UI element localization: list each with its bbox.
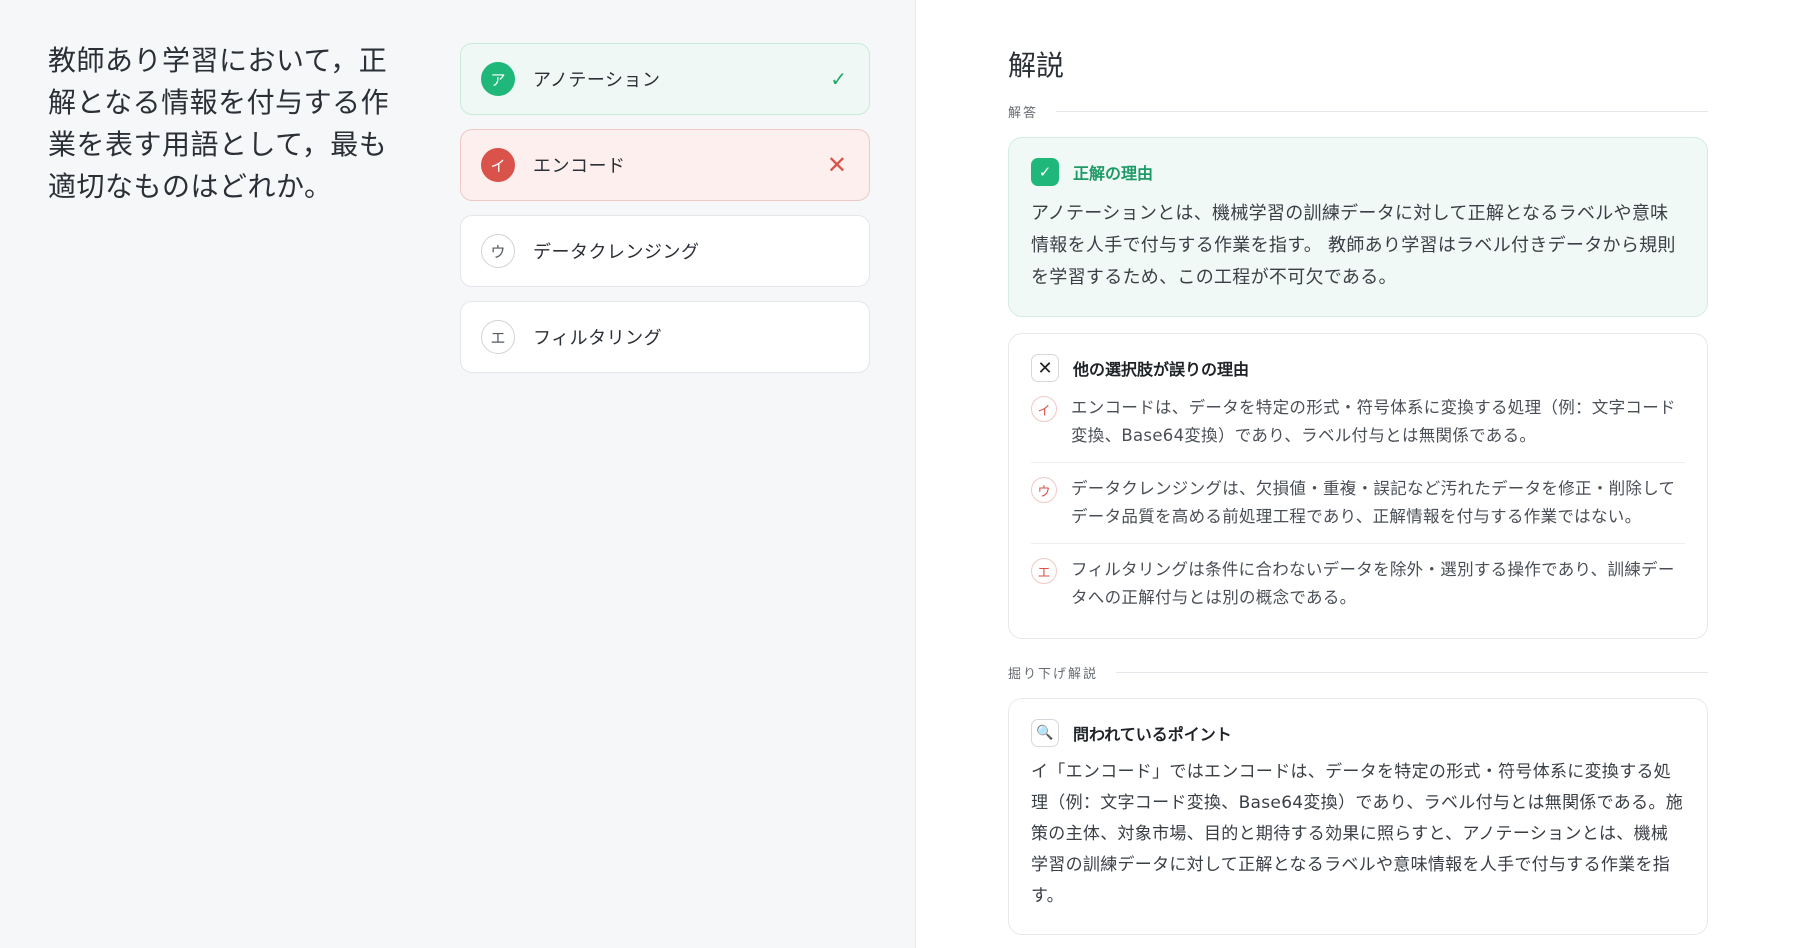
option-letter: ア: [481, 62, 515, 96]
option-label: フィルタリング: [533, 328, 663, 349]
correct-reason-card: ✓ 正解の理由 アノテーションとは、機械学習の訓練データに対して正解となるラベル…: [1008, 137, 1708, 317]
option-e[interactable]: エ フィルタリング: [460, 301, 870, 373]
explanation-pane: 解説 解答 ✓ 正解の理由 アノテーションとは、機械学習の訓練データに対して正解…: [916, 0, 1800, 948]
card-header: ✕ 他の選択肢が誤りの理由: [1031, 354, 1685, 382]
deep-section-label: 掘り下げ解説: [1008, 667, 1099, 682]
reason-text: エンコードは、データを特定の形式・符号体系に変換する処理（例：文字コード変換、B…: [1071, 398, 1676, 445]
reason-letter: イ: [1031, 396, 1057, 422]
reason-letter: ウ: [1031, 477, 1057, 503]
wrong-reason-item: エ フィルタリングは条件に合わないデータを除外・選別する操作であり、訓練データへ…: [1031, 544, 1685, 616]
explanation-title: 解説: [1008, 49, 1065, 82]
option-label: エンコード: [533, 156, 626, 177]
reason-letter: エ: [1031, 558, 1057, 584]
option-letter: イ: [481, 148, 515, 182]
option-letter: エ: [481, 320, 515, 354]
divider: [1116, 672, 1708, 673]
wrong-reasons-title: 他の選択肢が誤りの理由: [1073, 360, 1250, 379]
check-icon: ✓: [1031, 158, 1059, 186]
correct-reason-title: 正解の理由: [1073, 164, 1154, 183]
option-label: データクレンジング: [533, 242, 700, 263]
reason-text: データクレンジングは、欠損値・重複・誤記など汚れたデータを修正・削除してデータ品…: [1071, 479, 1676, 526]
question-pane: 教師あり学習において，正解となる情報を付与する作業を表す用語として，最も適切なも…: [0, 0, 916, 948]
option-label: アノテーション: [533, 70, 661, 91]
deep-section-header: 掘り下げ解説: [1008, 663, 1708, 682]
option-u[interactable]: ウ データクレンジング: [460, 215, 870, 287]
reason-text: フィルタリングは条件に合わないデータを除外・選別する操作であり、訓練データへの正…: [1071, 560, 1675, 607]
cross-icon: ✕: [826, 151, 847, 179]
question-text: 教師あり学習において，正解となる情報を付与する作業を表す用語として，最も適切なも…: [48, 44, 390, 203]
check-icon: ✓: [830, 67, 847, 91]
cross-icon: ✕: [1031, 354, 1059, 382]
correct-reason-text: アノテーションとは、機械学習の訓練データに対して正解となるラベルや意味情報を人手…: [1031, 203, 1676, 288]
divider: [1056, 111, 1708, 112]
points-text: イ「エンコード」ではエンコードは、データを特定の形式・符号体系に変換する処理（例…: [1031, 762, 1684, 906]
options-list: ア アノテーション ✓ イ エンコード ✕ ウ データクレンジング エ フィルタ…: [460, 0, 870, 948]
card-header: 🔍 問われているポイント: [1031, 719, 1685, 747]
wrong-reasons-card: ✕ 他の選択肢が誤りの理由 イ エンコードは、データを特定の形式・符号体系に変換…: [1008, 333, 1708, 639]
option-i[interactable]: イ エンコード ✕: [460, 129, 870, 201]
answer-section-label: 解答: [1008, 106, 1039, 121]
card-header: ✓ 正解の理由: [1031, 158, 1685, 186]
option-letter: ウ: [481, 234, 515, 268]
points-card: 🔍 問われているポイント イ「エンコード」ではエンコードは、データを特定の形式・…: [1008, 698, 1708, 935]
wrong-reason-item: ウ データクレンジングは、欠損値・重複・誤記など汚れたデータを修正・削除してデー…: [1031, 463, 1685, 544]
points-title: 問われているポイント: [1073, 725, 1232, 744]
option-a[interactable]: ア アノテーション ✓: [460, 43, 870, 115]
wrong-reason-item: イ エンコードは、データを特定の形式・符号体系に変換する処理（例：文字コード変換…: [1031, 382, 1685, 463]
magnifier-icon: 🔍: [1031, 719, 1059, 747]
answer-section-header: 解答: [1008, 102, 1708, 121]
